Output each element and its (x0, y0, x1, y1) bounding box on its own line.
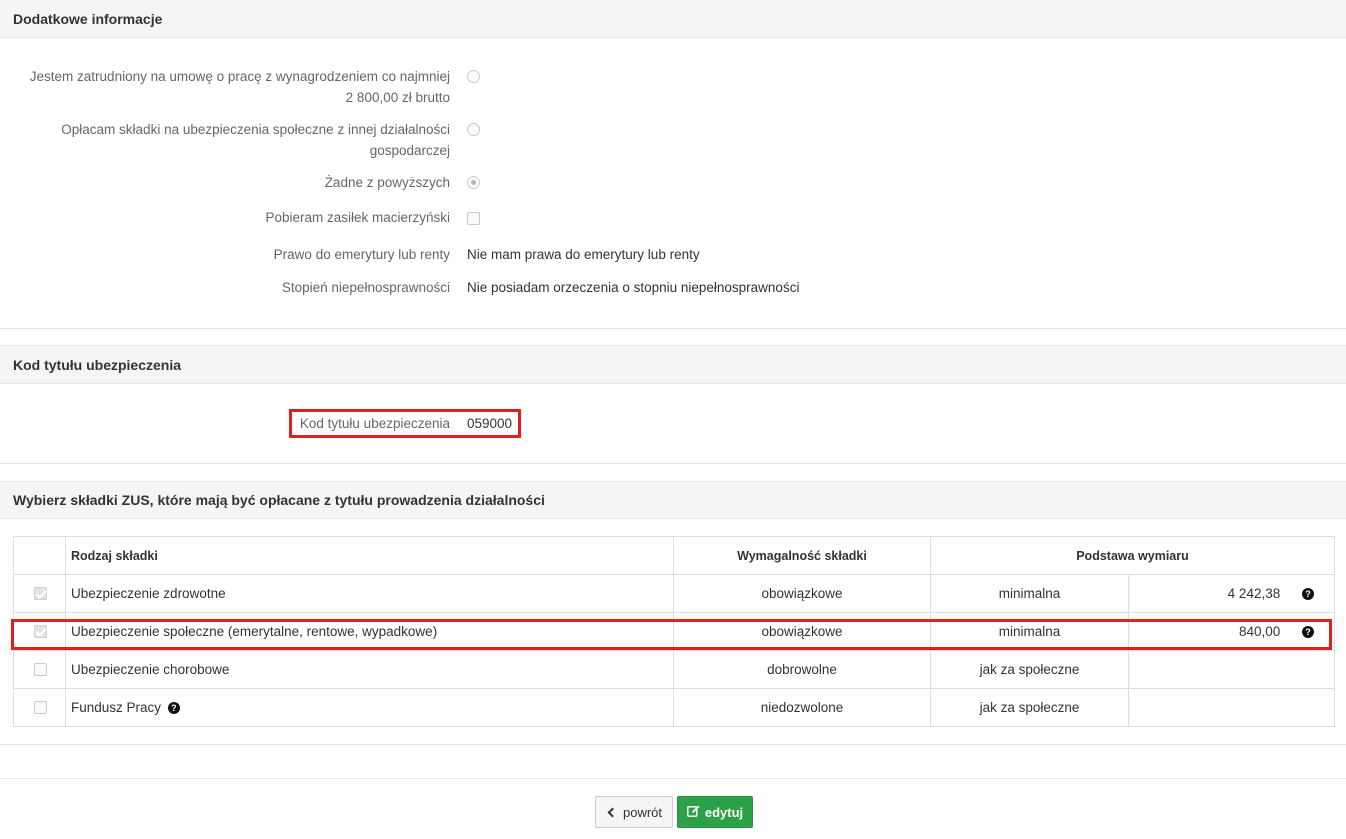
select-cell (13, 688, 66, 727)
maternity-label: Pobieram zasiłek macierzyński (265, 210, 450, 225)
base-column-header: Podstawa wymiaru (930, 536, 1335, 575)
help-icon[interactable]: ? (1302, 588, 1314, 601)
social-insurance-row-highlight (11, 619, 1332, 650)
select-cell (13, 650, 66, 689)
amount-cell (1128, 650, 1335, 689)
pension-label: Prawo do emerytury lub renty (273, 247, 450, 262)
section-header-zus: Wybierz składki ZUS, które mają być opła… (0, 481, 1346, 519)
disability-label: Stopień niepełnosprawności (281, 280, 450, 295)
divider (0, 778, 1346, 779)
amount-cell (1128, 688, 1335, 727)
type-column-header: Rodzaj składki (65, 536, 674, 575)
row-checkbox[interactable] (34, 663, 47, 676)
table-row: Ubezpieczenie chorobowe dobrowolne jak z… (13, 650, 1335, 689)
requirement-column-header: Wymagalność składki (673, 536, 931, 575)
row-checkbox[interactable] (34, 587, 47, 600)
table-row: Fundusz Pracy ? niedozwolone jak za społ… (13, 688, 1335, 727)
section-title: Kod tytułu ubezpieczenia (13, 356, 182, 373)
section-header-additional-info: Dodatkowe informacje (0, 0, 1346, 38)
other-business-label: Opłacam składki na ubezpieczenia społecz… (61, 119, 450, 161)
contribution-name: Ubezpieczenie zdrowotne (65, 574, 674, 613)
other-business-label-line1: Opłacam składki na ubezpieczenia społecz… (61, 122, 450, 137)
amount-value: 4 242,38 (1227, 586, 1281, 601)
none-label: Żadne z powyższych (324, 175, 450, 190)
other-business-label-line2: gospodarczej (369, 143, 450, 158)
edit-button[interactable]: edytuj (677, 796, 753, 828)
contribution-name: Ubezpieczenie chorobowe (65, 650, 674, 689)
table-header-row: Rodzaj składki Wymagalność składki Podst… (13, 536, 1335, 575)
requirement-cell: dobrowolne (673, 650, 931, 689)
select-cell (13, 574, 66, 613)
base-cell: jak za społeczne (930, 650, 1129, 689)
pension-value: Nie mam prawa do emerytury lub renty (467, 247, 700, 262)
edit-button-label: edytuj (704, 804, 744, 820)
section-title: Dodatkowe informacje (13, 10, 163, 27)
select-column-header (13, 536, 66, 575)
base-cell: minimalna (930, 574, 1129, 613)
contribution-name: Fundusz Pracy (71, 700, 162, 715)
employment-label-line2: 2 800,00 zł brutto (345, 90, 450, 105)
employment-label-line1: Jestem zatrudniony na umowę o pracę z wy… (29, 69, 450, 84)
back-button-label: powrót (622, 804, 663, 820)
chevron-left-icon (607, 807, 618, 817)
section-header-insurance-code: Kod tytułu ubezpieczenia (0, 345, 1346, 384)
none-radio[interactable] (467, 176, 480, 189)
divider (0, 328, 1346, 329)
employment-radio[interactable] (467, 70, 480, 83)
requirement-cell: obowiązkowe (673, 574, 931, 613)
divider (0, 463, 1346, 464)
disability-value: Nie posiadam orzeczenia o stopniu niepeł… (467, 280, 800, 295)
amount-cell: 4 242,38 ? (1128, 574, 1335, 613)
contribution-name-cell: Fundusz Pracy ? (65, 688, 674, 727)
table-row: Ubezpieczenie zdrowotne obowiązkowe mini… (13, 574, 1335, 613)
help-icon[interactable]: ? (167, 702, 180, 715)
other-business-radio[interactable] (467, 123, 480, 136)
section-title: Wybierz składki ZUS, które mają być opła… (13, 492, 545, 508)
insurance-code-highlight (289, 409, 521, 438)
back-button[interactable]: powrót (595, 796, 673, 828)
edit-icon (686, 805, 700, 820)
base-cell: jak za społeczne (930, 688, 1129, 727)
employment-label: Jestem zatrudniony na umowę o pracę z wy… (30, 66, 450, 108)
divider (0, 744, 1346, 745)
requirement-cell: niedozwolone (673, 688, 931, 727)
row-checkbox[interactable] (34, 701, 47, 714)
maternity-checkbox[interactable] (467, 212, 480, 225)
